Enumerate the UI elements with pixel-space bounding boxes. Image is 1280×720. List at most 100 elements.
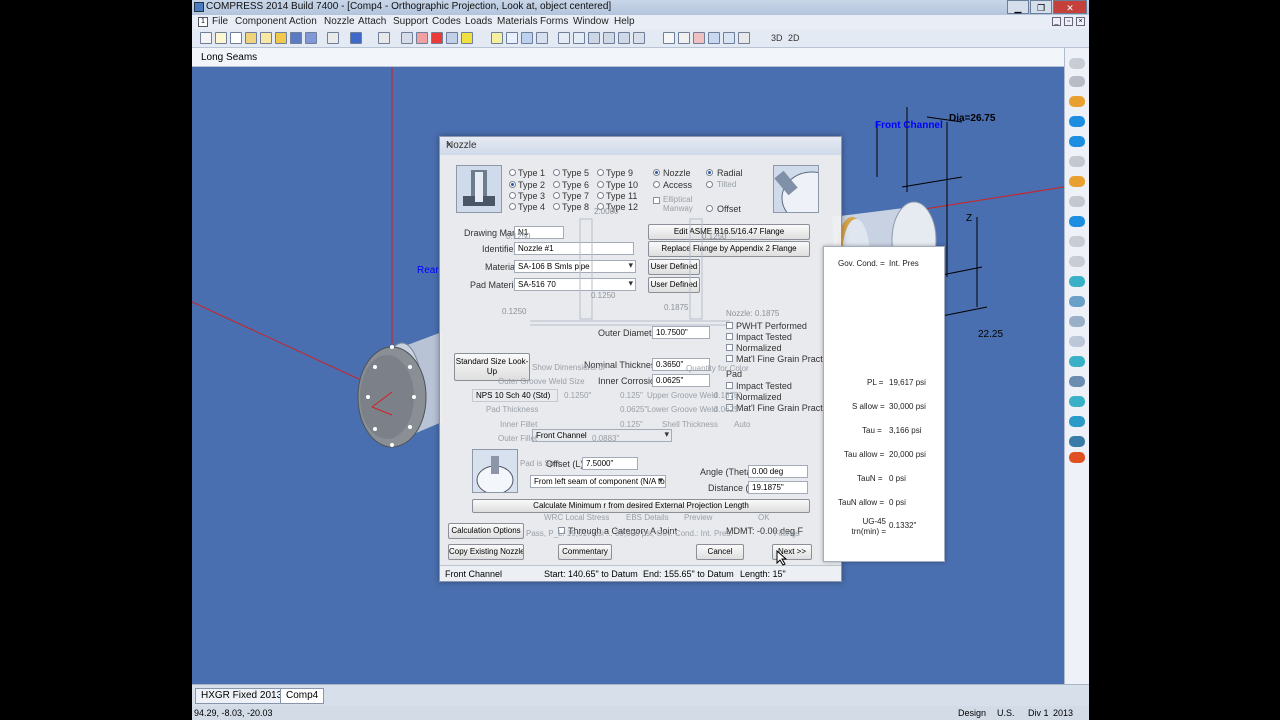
align-icon[interactable] <box>588 32 600 44</box>
type-1-radio[interactable] <box>509 169 516 176</box>
nozzle-radio[interactable] <box>653 169 660 176</box>
cone-icon[interactable] <box>1069 76 1085 87</box>
type-9-radio[interactable] <box>597 169 604 176</box>
menu-nozzle[interactable]: Nozzle <box>324 16 355 27</box>
rotate-icon[interactable] <box>491 32 503 44</box>
shell-icon[interactable] <box>1069 356 1085 367</box>
list-icon[interactable] <box>401 32 413 44</box>
cylinder-icon[interactable] <box>1069 58 1085 69</box>
menu-action[interactable]: Action <box>289 16 317 27</box>
dome-icon[interactable] <box>1069 236 1085 247</box>
access-radio[interactable] <box>653 181 660 188</box>
offset-field[interactable]: 7.5000" <box>582 457 638 470</box>
page-setup-icon[interactable] <box>378 32 390 44</box>
lug-icon[interactable] <box>1069 452 1085 463</box>
attach-component-select[interactable]: Front Channel <box>532 429 672 442</box>
mdi-restore-button[interactable]: ▫ <box>1064 17 1073 26</box>
menu-codes[interactable]: Codes <box>432 16 461 27</box>
menu-support[interactable]: Support <box>393 16 428 27</box>
menu-forms[interactable]: Forms <box>540 16 568 27</box>
reducer-icon[interactable] <box>1069 256 1085 267</box>
page-icon[interactable] <box>215 32 227 44</box>
view-2d-button[interactable]: 2D <box>788 33 800 43</box>
calculation-options-button[interactable]: Calculation Options <box>448 523 524 539</box>
wand-icon[interactable] <box>245 32 257 44</box>
head-blue-icon[interactable] <box>1069 116 1085 127</box>
impact-tested-checkbox[interactable] <box>726 333 733 340</box>
menu-help[interactable]: Help <box>614 16 635 27</box>
expansion-icon[interactable] <box>1069 436 1085 447</box>
type-7-radio[interactable] <box>553 192 560 199</box>
head-orange-icon[interactable] <box>1069 96 1085 107</box>
pad-impact-checkbox[interactable] <box>726 382 733 389</box>
type-5-radio[interactable] <box>553 169 560 176</box>
no-zoom-icon[interactable] <box>693 32 705 44</box>
type-6-radio[interactable] <box>553 181 560 188</box>
distance-field[interactable]: 19.1875" <box>748 481 808 494</box>
heading-icon[interactable] <box>260 32 272 44</box>
menu-materials[interactable]: Materials <box>497 16 538 27</box>
pwht-checkbox[interactable] <box>726 322 733 329</box>
long-seams-label[interactable]: Long Seams <box>201 52 257 63</box>
type-2-radio[interactable] <box>509 181 516 188</box>
radial-radio[interactable] <box>706 169 713 176</box>
menu-window[interactable]: Window <box>573 16 609 27</box>
document-icon[interactable]: 1 <box>198 17 208 27</box>
tools-icon[interactable] <box>558 32 570 44</box>
select-icon[interactable] <box>506 32 518 44</box>
menu-component[interactable]: Component <box>235 16 287 27</box>
maximize-button[interactable]: ❐ <box>1030 0 1052 14</box>
table-icon[interactable] <box>446 32 458 44</box>
tab-comp4[interactable]: Comp4 <box>280 688 325 704</box>
copy-existing-nozzle-button[interactable]: Copy Existing Nozzle <box>448 544 524 560</box>
pan-icon[interactable] <box>663 32 675 44</box>
close-button[interactable]: ✕ <box>1053 0 1087 14</box>
tube-icon[interactable] <box>1069 396 1085 407</box>
bar-icon[interactable] <box>603 32 615 44</box>
window-icon[interactable] <box>633 32 645 44</box>
skirt-icon[interactable] <box>1069 316 1085 327</box>
grid-icon[interactable] <box>618 32 630 44</box>
offset-reference-select[interactable]: From left seam of component (N/A to <box>530 475 666 488</box>
open-folder-icon[interactable] <box>275 32 287 44</box>
nps-schedule-field[interactable]: NPS 10 Sch 40 (Std) <box>472 389 558 402</box>
inner-corrosion-field[interactable]: 0.0625" <box>652 374 710 387</box>
red-tool-icon[interactable] <box>431 32 443 44</box>
type-3-radio[interactable] <box>509 192 516 199</box>
tab-hxgr-fixed[interactable]: HXGR Fixed 2013 <box>195 688 289 704</box>
dialog-close-button[interactable]: × <box>446 140 835 151</box>
minimize-button[interactable]: ▁ <box>1007 0 1029 14</box>
new-icon[interactable] <box>200 32 212 44</box>
camera-icon[interactable] <box>521 32 533 44</box>
torisphere-icon[interactable] <box>1069 196 1085 207</box>
menu-loads[interactable]: Loads <box>465 16 492 27</box>
support-icon[interactable] <box>1069 336 1085 347</box>
flat-head-icon[interactable] <box>1069 156 1085 167</box>
body-flange-icon[interactable] <box>1069 376 1085 387</box>
highlight-icon[interactable] <box>461 32 473 44</box>
view-3d-button[interactable]: 3D <box>771 33 783 43</box>
flange-icon[interactable] <box>1069 176 1085 187</box>
mdi-minimize-button[interactable]: _ <box>1052 17 1061 26</box>
tubesheet-icon[interactable] <box>1069 416 1085 427</box>
type-11-radio[interactable] <box>597 192 604 199</box>
calculate-min-r-button[interactable]: Calculate Minimum r from desired Externa… <box>472 499 810 513</box>
outer-diameter-field[interactable]: 10.7500" <box>652 326 710 339</box>
save-all-icon[interactable] <box>305 32 317 44</box>
print-icon[interactable] <box>327 32 339 44</box>
report-icon[interactable] <box>350 32 362 44</box>
fine-grain-checkbox[interactable] <box>726 355 733 362</box>
tilted-radio[interactable] <box>706 181 713 188</box>
menu-file[interactable]: File <box>212 16 228 27</box>
save-icon[interactable] <box>290 32 302 44</box>
jacket-icon[interactable] <box>1069 276 1085 287</box>
chart-icon[interactable] <box>416 32 428 44</box>
wrench-icon[interactable] <box>573 32 585 44</box>
cancel-button[interactable]: Cancel <box>696 544 744 560</box>
mdi-close-button[interactable]: × <box>1076 17 1085 26</box>
menu-attach[interactable]: Attach <box>358 16 386 27</box>
refresh-icon[interactable] <box>723 32 735 44</box>
page-two-icon[interactable] <box>230 32 242 44</box>
ellipsoid-icon[interactable] <box>1069 136 1085 147</box>
type-4-radio[interactable] <box>509 203 516 210</box>
